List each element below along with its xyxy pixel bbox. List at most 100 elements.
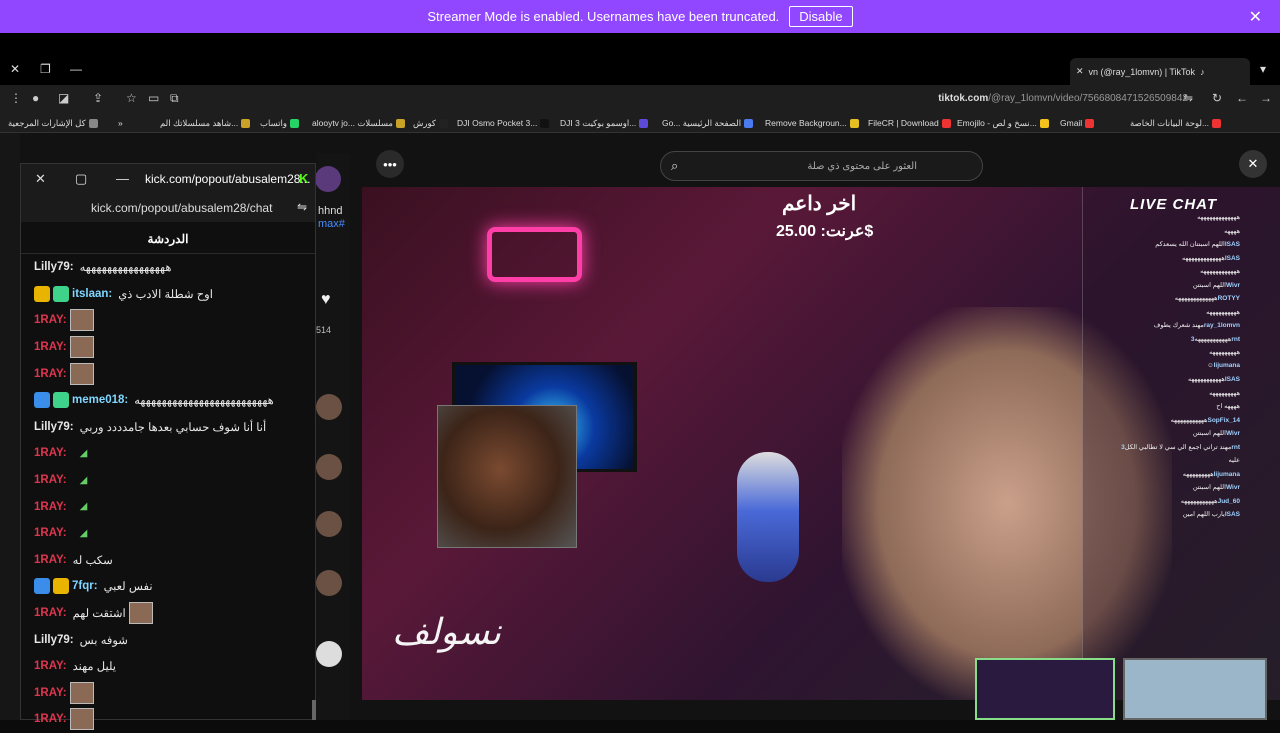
more-options-icon[interactable]: ••• <box>376 150 404 178</box>
bookmark-item[interactable]: DJI اوسمو بوكيت 3... <box>560 118 649 129</box>
chat-username[interactable]: 1RAY: <box>34 368 67 380</box>
site-settings-icon[interactable]: ⇋ <box>297 200 307 214</box>
chat-message: 1RAY: يليل مهند <box>21 653 315 680</box>
live-chat-row: مهند تراني اجمع الي سي لا تطالبي الكل3rn… <box>1083 443 1280 457</box>
url-field[interactable]: tiktok.com/@ray_1lomvn/video/75668084715… <box>938 93 1188 104</box>
chat-text: نفس لعبي <box>103 581 153 594</box>
bookmarks-bar: كل الإشارات المرجعية » شاهد مسلسلاتك الم… <box>0 113 1280 133</box>
chat-username[interactable]: 1RAY: <box>34 660 67 672</box>
search-icon[interactable]: ⌕ <box>671 158 678 174</box>
bookmark-item[interactable]: شاهد مسلسلاتك الم... <box>160 118 251 129</box>
search-input[interactable]: ⌕ العثور على محتوى ذي صلة <box>660 151 983 181</box>
back-icon[interactable]: → <box>1260 91 1272 105</box>
popup-titlebar: ✕ ▢ — kick.com/popout/abusalem28... K <box>21 164 315 194</box>
star-icon[interactable]: ☆ <box>126 91 137 105</box>
share-icon[interactable]: ⇪ <box>93 91 103 105</box>
avatar[interactable] <box>315 166 341 192</box>
live-chat-text: هههههههههههههه <box>1181 254 1225 262</box>
live-chat-text: ههههههههههههه <box>1200 268 1240 275</box>
chat-header: الدردشة <box>21 222 315 254</box>
crown-badge-icon <box>53 578 69 595</box>
live-chat-row: ههههههههههههSopFix_14 <box>1083 416 1280 430</box>
avatar[interactable] <box>316 570 342 596</box>
chat-username[interactable]: 7fqr: <box>72 580 98 592</box>
menu-icon[interactable]: ⋮ <box>10 91 22 105</box>
tab-title: vn (@ray_1lomvn) | TikTok <box>1088 66 1196 77</box>
bookmarks-overflow-icon[interactable]: » <box>118 118 123 128</box>
chat-username[interactable]: 1RAY: <box>34 501 67 513</box>
live-chat-row: اللهم اسبنتان الله يسعدكمISAS <box>1083 240 1280 254</box>
chat-username[interactable]: 1RAY: <box>34 527 67 539</box>
bookmark-item[interactable]: DJI Osmo Pocket 3... <box>457 118 550 128</box>
heart-icon[interactable]: ♥ <box>321 291 331 309</box>
scrollbar[interactable] <box>312 700 316 720</box>
bookmark-all[interactable]: كل الإشارات المرجعية <box>8 118 98 129</box>
chat-username[interactable]: 1RAY: <box>34 607 67 619</box>
bookmark-item[interactable]: Go... الصفحة الرئيسية <box>662 118 754 129</box>
forward-icon[interactable]: ← <box>1236 91 1248 105</box>
kick-chat-popup: ✕ ▢ — kick.com/popout/abusalem28... K ki… <box>20 163 316 731</box>
live-chat-user: SopFix_14 <box>1207 416 1240 424</box>
chat-username[interactable]: 1RAY: <box>34 474 67 486</box>
chat-username[interactable]: 1RAY: <box>34 314 67 326</box>
chat-username[interactable]: 1RAY: <box>34 341 67 353</box>
tab-close-icon[interactable]: ✕ <box>1076 66 1084 77</box>
reload-icon[interactable]: ↻ <box>1212 91 1222 105</box>
tab-tiktok[interactable]: ✕ vn (@ray_1lomvn) | TikTok ♪ <box>1070 58 1250 85</box>
live-chat-row: ههههههههههههههROTYY <box>1083 294 1280 308</box>
live-chat-text: هههههههههه <box>1209 349 1240 356</box>
bookmark-item[interactable]: alooytv jo... مسلسلات <box>312 118 405 129</box>
close-icon[interactable]: ✕ <box>1249 7 1262 27</box>
chat-username[interactable]: Lilly79: <box>34 421 74 433</box>
popup-url-bar: kick.com/popout/abusalem28/chat ⇋ <box>21 194 315 222</box>
bookmark-item[interactable]: لوحة البيانات الخاصة... <box>1130 118 1222 129</box>
disable-button[interactable]: Disable <box>789 6 853 27</box>
watermark-signature: نسولف <box>392 612 501 653</box>
profile-icon[interactable]: ● <box>32 91 39 105</box>
close-video-icon[interactable]: ✕ <box>1239 150 1267 178</box>
bookmark-item[interactable]: واتساب <box>260 118 300 129</box>
live-chat-user: lijumana <box>1213 470 1240 478</box>
blue-badge-icon <box>34 392 50 409</box>
live-chat-text: اللهم اسبنتن <box>1192 430 1226 437</box>
avatar[interactable] <box>316 454 342 480</box>
bookmark-item[interactable]: Remove Backgroun... <box>765 118 859 128</box>
bookmark-item[interactable]: FileCR | Download <box>868 118 951 128</box>
chat-username[interactable]: Lilly79: <box>34 634 74 646</box>
close-window-icon[interactable]: ✕ <box>10 62 20 76</box>
chat-username[interactable]: itslaan: <box>72 288 112 300</box>
chat-message: 1RAY: <box>21 334 315 361</box>
minimize-window-icon[interactable]: — <box>70 62 82 76</box>
chat-username[interactable]: 1RAY: <box>34 687 67 699</box>
minimize-icon[interactable]: — <box>116 171 129 186</box>
avatar[interactable] <box>316 511 342 537</box>
avatar[interactable] <box>316 394 342 420</box>
chat-username[interactable]: meme018: <box>72 394 128 406</box>
maximize-icon[interactable]: ▢ <box>75 171 87 187</box>
creator-name: hhnd <box>318 205 343 217</box>
bookmark-item[interactable]: Emojilo - نسخ و لص... <box>957 118 1049 129</box>
separator <box>0 33 1280 55</box>
extension-icon[interactable]: ◪ <box>58 91 69 105</box>
bookmark-item[interactable]: كورش <box>413 118 448 129</box>
live-chat-text: اللهم اسبنتان الله يسعدكم <box>1155 241 1225 248</box>
tab-list-icon[interactable]: ▾ <box>1260 62 1266 76</box>
restore-window-icon[interactable]: ❐ <box>40 62 51 76</box>
picture-in-picture-video <box>437 405 577 548</box>
chat-username[interactable]: 1RAY: <box>34 447 67 459</box>
bookmark-item[interactable]: Gmail <box>1060 118 1095 128</box>
chat-username[interactable]: 1RAY: <box>34 554 67 566</box>
popup-url: kick.com/popout/abusalem28/chat <box>91 201 273 215</box>
close-icon[interactable]: ✕ <box>35 171 46 187</box>
mini-stream-thumbnail[interactable] <box>975 658 1115 720</box>
live-chat-text: ☺ <box>1206 361 1214 369</box>
avatar[interactable] <box>316 641 342 667</box>
chat-username[interactable]: 1RAY: <box>34 713 67 725</box>
live-chat-user: Wivr <box>1225 484 1240 491</box>
cast-icon[interactable]: ▭ <box>148 91 159 105</box>
chat-text: اوح شطلة الادب ذي <box>118 288 213 301</box>
site-settings-icon[interactable]: ⇋ <box>1183 91 1193 105</box>
mini-stream-thumbnail[interactable] <box>1123 658 1267 720</box>
chat-username[interactable]: Lilly79: <box>34 261 74 273</box>
install-icon[interactable]: ⧉ <box>170 91 179 106</box>
